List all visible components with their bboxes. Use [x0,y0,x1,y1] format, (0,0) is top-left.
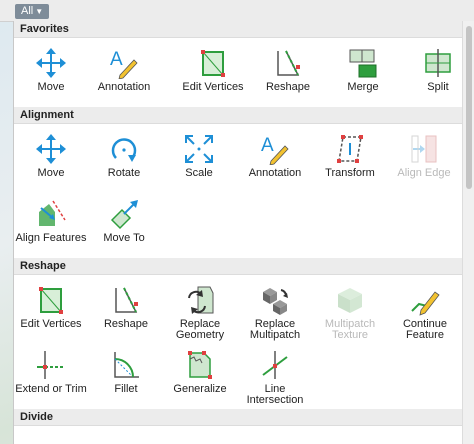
align-features-icon [39,200,66,226]
tool-label: Rotate [107,167,141,179]
annotation-icon: A [110,49,138,79]
move-to-icon [110,200,138,230]
scale-icon [185,135,213,163]
transform-icon [337,135,363,163]
replace-geometry-icon [188,286,214,314]
tool-label: Scale [185,167,213,179]
multipatch-texture-icon [338,288,362,313]
move-icon [36,134,66,164]
tool-label: Transform [325,167,375,179]
tool-scale[interactable]: Scale [163,133,235,179]
filter-dropdown[interactable]: All ▼ [15,4,50,19]
tool-extend-or-trim[interactable]: Extend or Trim [15,349,87,395]
tool-move[interactable]: Move [15,133,87,179]
tool-label: Merge [347,81,379,93]
tool-reshape[interactable]: Reshape [90,284,162,330]
tool-label: Align Edge [397,167,451,179]
tool-transform[interactable]: Transform [314,133,386,179]
tool-continue-feature[interactable]: Continue Feature [389,284,461,341]
tool-annotation[interactable]: A Annotation [239,133,311,179]
reshape-icon [277,50,300,76]
tool-replace-geometry[interactable]: Replace Geometry [164,284,236,341]
tool-edit-vertices[interactable]: Edit Vertices [15,284,87,330]
section-header-favorites: Favorites [14,21,463,38]
reshape-icon [115,287,138,313]
tool-split[interactable]: Split [402,47,463,93]
svg-text:A: A [261,135,274,156]
scrollbar-thumb[interactable] [466,26,472,189]
tool-move-to[interactable]: Move To [88,198,160,244]
edit-vertices-icon [39,287,63,314]
split-icon [425,49,451,77]
tool-annotation[interactable]: A Annotation [88,47,160,93]
tool-edit-vertices[interactable]: Edit Vertices [177,47,249,93]
tool-line-intersection[interactable]: Line Intersection [239,349,311,406]
tool-label: Move To [103,232,145,244]
replace-multipatch-icon [263,288,288,315]
tool-align-features[interactable]: Align Features [15,198,87,244]
edit-vertices-icon [201,50,225,77]
tool-align-edge[interactable]: Align Edge [388,133,460,179]
tool-label: Annotation [97,81,151,93]
line-intersection-icon [262,351,288,379]
generalize-icon [188,351,212,379]
section-header-alignment: Alignment [14,107,463,124]
align-edge-icon [411,135,437,163]
tool-label: Multipatch Texture [324,318,376,341]
annotation-icon: A [261,135,289,165]
tool-label: Annotation [248,167,302,179]
filter-label: All [21,5,34,17]
tool-rotate[interactable]: Rotate [88,133,160,179]
fillet-icon [114,352,139,378]
modify-tools-gallery: Favorites Move A Annotation Edit Vertice… [13,21,463,444]
tool-label: Split [427,81,449,93]
tool-label: Edit Vertices [182,81,244,93]
move-icon [36,48,66,78]
vertical-scrollbar[interactable] [462,21,474,444]
section-header-reshape: Reshape [14,258,463,275]
tool-label: Edit Vertices [20,318,82,330]
section-header-divide: Divide [14,409,463,426]
chevron-down-icon: ▼ [35,7,44,16]
continue-feature-icon [411,291,440,316]
tool-label: Continue Feature [402,318,448,341]
tool-label: Move [37,81,65,93]
merge-icon [349,49,377,78]
tool-merge[interactable]: Merge [327,47,399,93]
tool-label: Replace Multipatch [249,318,301,341]
tool-reshape[interactable]: Reshape [252,47,324,93]
extend-trim-icon [37,351,63,379]
tool-label: Replace Geometry [175,318,225,341]
tool-label: Line Intersection [246,383,304,406]
tool-move[interactable]: Move [15,47,87,93]
tool-label: Fillet [114,383,138,395]
rotate-icon [111,138,137,162]
tool-label: Extend or Trim [15,383,87,395]
tool-fillet[interactable]: Fillet [90,349,162,395]
tool-label: Reshape [103,318,149,330]
tool-generalize[interactable]: Generalize [164,349,236,395]
tool-label: Reshape [265,81,311,93]
gallery-toolbar: All ▼ [0,0,474,22]
tool-label: Generalize [173,383,227,395]
tool-replace-multipatch[interactable]: Replace Multipatch [239,284,311,341]
svg-text:A: A [110,49,123,70]
tool-label: Move [37,167,65,179]
tool-multipatch-texture[interactable]: Multipatch Texture [314,284,386,341]
tool-label: Align Features [15,232,87,244]
